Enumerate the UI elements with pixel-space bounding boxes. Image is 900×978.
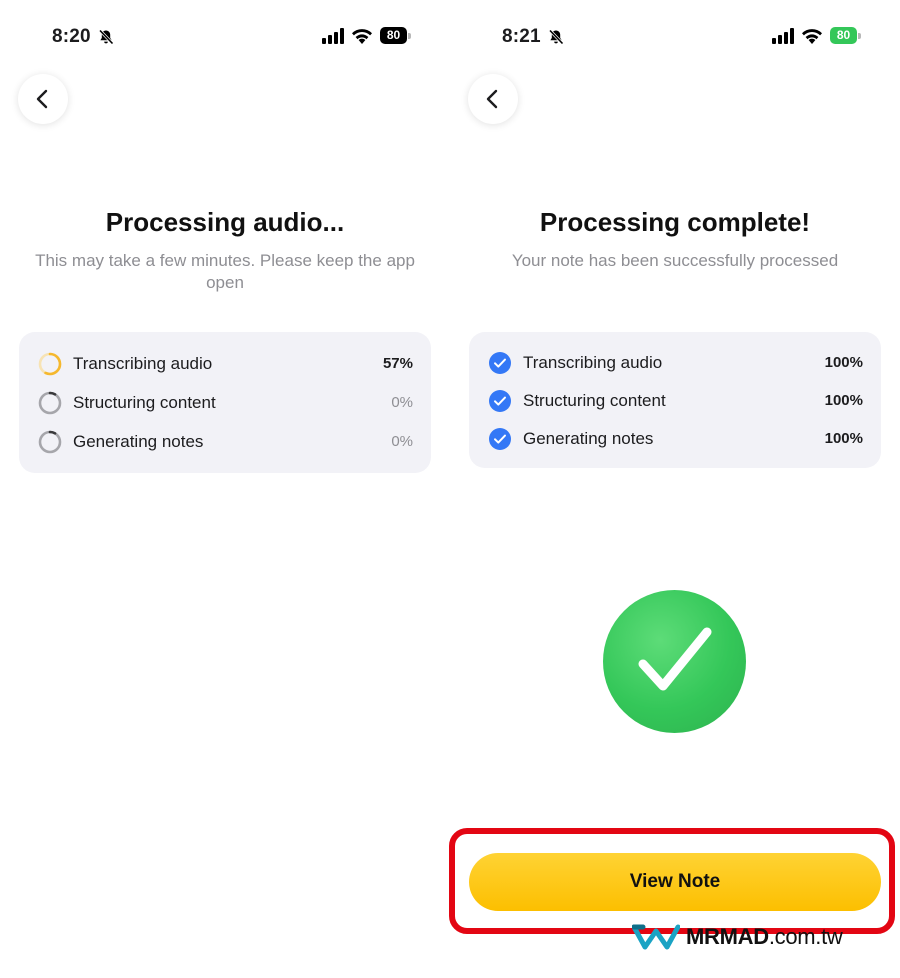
step-percent: 57% bbox=[382, 355, 413, 372]
step-label: Transcribing audio bbox=[73, 354, 213, 373]
wifi-icon bbox=[802, 29, 822, 44]
step-generating: Generating notes 0% bbox=[37, 429, 413, 455]
step-percent: 0% bbox=[391, 433, 413, 450]
check-circle-icon bbox=[489, 428, 511, 450]
mrmad-logo-icon bbox=[632, 924, 680, 950]
status-bar: 8:21 80 bbox=[450, 22, 900, 52]
cellular-signal-icon bbox=[772, 28, 794, 44]
battery-level: 80 bbox=[380, 27, 407, 44]
page-title: Processing audio... bbox=[105, 207, 345, 237]
page-subtitle: This may take a few minutes. Please keep… bbox=[35, 251, 415, 292]
step-percent: 100% bbox=[824, 392, 863, 409]
pending-ring-icon bbox=[38, 391, 62, 415]
battery-level: 80 bbox=[830, 27, 857, 44]
success-badge bbox=[603, 590, 746, 733]
step-structuring: Structuring content 100% bbox=[487, 388, 863, 414]
battery-icon: 80 bbox=[830, 27, 861, 44]
step-transcribing: Transcribing audio 100% bbox=[487, 350, 863, 376]
step-percent: 100% bbox=[824, 354, 863, 371]
battery-icon: 80 bbox=[380, 27, 411, 44]
status-bar: 8:20 80 bbox=[0, 22, 450, 52]
step-label: Generating notes bbox=[73, 432, 204, 451]
view-note-button[interactable]: View Note bbox=[469, 853, 881, 911]
step-label: Generating notes bbox=[523, 429, 654, 448]
pending-ring-icon bbox=[38, 430, 62, 454]
step-label: Structuring content bbox=[523, 391, 666, 410]
check-circle-icon bbox=[489, 390, 511, 412]
progress-card: Transcribing audio 100% Structuring cont… bbox=[469, 332, 881, 468]
chevron-left-icon bbox=[486, 89, 498, 109]
cellular-signal-icon bbox=[322, 28, 344, 44]
bell-slash-icon bbox=[98, 29, 114, 45]
bell-slash-icon bbox=[548, 29, 564, 45]
step-label: Transcribing audio bbox=[523, 353, 663, 372]
back-button[interactable] bbox=[18, 74, 68, 124]
step-transcribing: Transcribing audio 57% bbox=[37, 351, 413, 377]
watermark-suffix: .com.tw bbox=[768, 924, 843, 949]
watermark: MRMAD.com.tw bbox=[632, 921, 862, 953]
step-percent: 0% bbox=[391, 394, 413, 411]
status-time: 8:21 bbox=[502, 26, 541, 47]
processing-screen: 8:20 80 Processing audio... This may tak… bbox=[0, 0, 450, 978]
status-time: 8:20 bbox=[52, 26, 91, 47]
progress-ring-icon bbox=[38, 352, 62, 376]
step-label: Structuring content bbox=[73, 393, 216, 412]
check-circle-icon bbox=[489, 352, 511, 374]
progress-card: Transcribing audio 57% Structuring conte… bbox=[19, 332, 431, 473]
checkmark-icon bbox=[638, 627, 712, 691]
step-structuring: Structuring content 0% bbox=[37, 390, 413, 416]
page-title: Processing complete! bbox=[539, 207, 811, 237]
back-button[interactable] bbox=[468, 74, 518, 124]
wifi-icon bbox=[352, 29, 372, 44]
page-subtitle: Your note has been successfully processe… bbox=[511, 251, 839, 270]
watermark-brand: MRMAD bbox=[686, 924, 769, 949]
step-generating: Generating notes 100% bbox=[487, 426, 863, 452]
step-percent: 100% bbox=[824, 430, 863, 447]
chevron-left-icon bbox=[36, 89, 48, 109]
